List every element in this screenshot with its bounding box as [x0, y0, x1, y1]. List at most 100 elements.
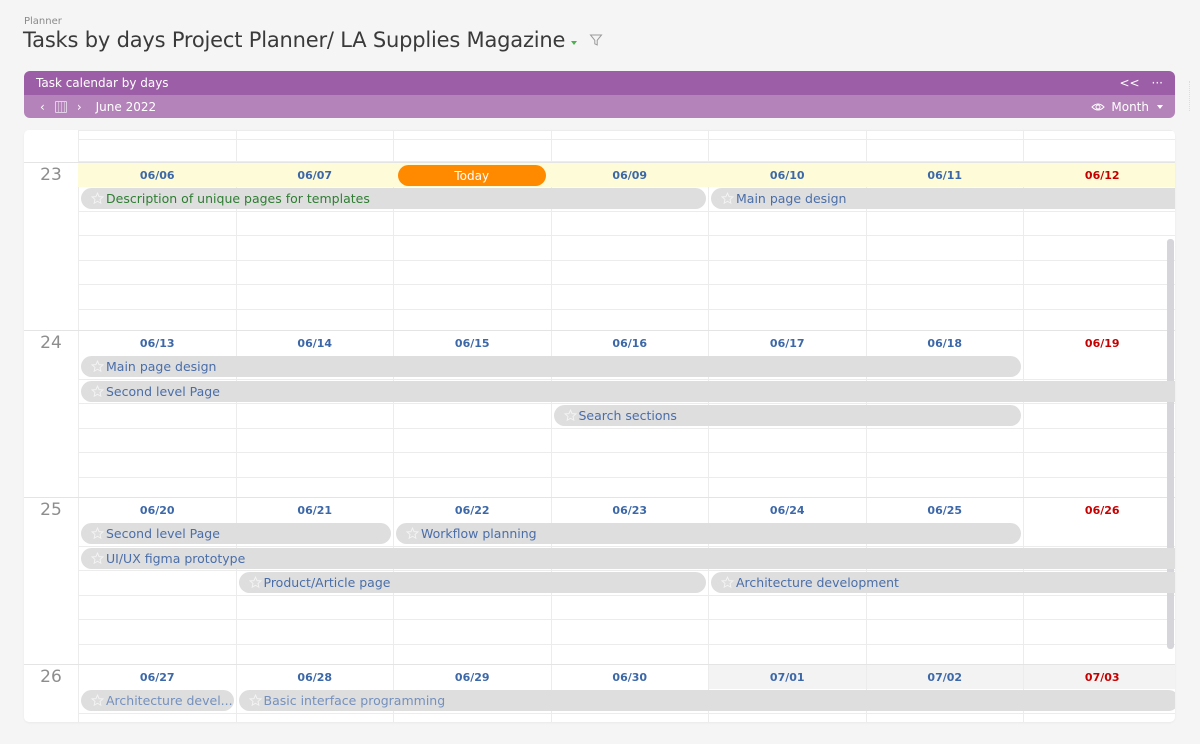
day-header[interactable]: 06/25 — [867, 498, 1024, 522]
resize-handle[interactable] — [1189, 81, 1197, 111]
day-header[interactable]: 07/01 — [709, 665, 866, 689]
star-outline-icon[interactable] — [90, 526, 105, 540]
panel-title: Task calendar by days — [36, 76, 169, 90]
task-bar[interactable]: Product/Article page — [238, 572, 706, 593]
today-badge[interactable]: Today — [398, 165, 546, 186]
view-mode-label: Month — [1111, 99, 1149, 114]
task-label: Main page design — [106, 359, 217, 374]
star-outline-icon[interactable] — [248, 693, 262, 707]
task-label: Product/Article page — [263, 575, 391, 590]
calendar-panel-header: Task calendar by days << ··· ‹ › June 20… — [24, 71, 1175, 118]
lane-divider — [78, 594, 1175, 596]
chevron-right-icon[interactable]: › — [77, 100, 82, 114]
day-header[interactable]: 06/10 — [709, 163, 866, 187]
day-header[interactable]: 06/21 — [237, 498, 394, 522]
panel-actions: << ··· — [1119, 76, 1163, 90]
task-label: Basic interface programming — [263, 693, 446, 708]
star-outline-icon[interactable] — [90, 551, 105, 565]
task-bar[interactable]: Workflow planning — [396, 523, 1021, 544]
day-header[interactable]: 06/29 — [394, 665, 551, 689]
lane-divider — [78, 259, 1175, 261]
day-header[interactable]: 06/22 — [394, 498, 551, 522]
task-label: Description of unique pages for template… — [106, 191, 370, 206]
row-divider — [78, 139, 1175, 140]
day-header[interactable]: 06/19 — [1024, 331, 1175, 355]
day-header[interactable]: 06/17 — [709, 331, 866, 355]
week-number: 23 — [40, 165, 62, 185]
star-outline-icon[interactable] — [90, 384, 105, 398]
day-header[interactable]: 06/11 — [867, 163, 1024, 187]
caret-down-icon[interactable] — [571, 41, 578, 45]
task-label: Second level Page — [106, 526, 220, 541]
task-label: UI/UX figma prototype — [106, 550, 246, 566]
lane-divider — [78, 452, 1175, 453]
chevron-left-icon[interactable]: ‹ — [40, 100, 45, 114]
lane-divider — [78, 235, 1175, 236]
week-number: 25 — [40, 500, 62, 520]
calendar-icon[interactable] — [54, 100, 67, 113]
week-number: 24 — [40, 333, 62, 353]
task-bar[interactable]: Second level Page — [81, 380, 1175, 402]
page-title: Tasks by days Project Planner/ LA Suppli… — [23, 28, 566, 52]
day-header[interactable]: 06/09 — [552, 163, 709, 187]
day-header[interactable]: 06/15 — [394, 331, 551, 355]
day-header[interactable]: 06/13 — [79, 331, 236, 355]
week-number: 26 — [40, 667, 62, 687]
star-outline-icon[interactable] — [720, 191, 735, 205]
task-bar[interactable]: Basic interface programming — [238, 690, 1175, 711]
task-bar[interactable]: Description of unique pages for template… — [81, 188, 706, 209]
star-outline-icon[interactable] — [90, 191, 105, 205]
day-header[interactable]: 06/23 — [552, 498, 709, 522]
task-bar[interactable]: Second level Page — [81, 523, 391, 544]
star-outline-icon[interactable] — [248, 575, 262, 589]
row-divider — [78, 130, 1175, 131]
day-header[interactable]: 06/27 — [79, 665, 236, 689]
task-label: Architecture devel... — [106, 693, 233, 708]
calendar-grid: 23 06/06 06/07 Today 06/09 06/10 06/11 06/12 Des… — [24, 130, 1175, 722]
lane-divider — [78, 712, 1175, 714]
title-row: Tasks by days Project Planner/ LA Suppli… — [23, 28, 603, 52]
day-header[interactable]: 07/02 — [866, 665, 1023, 689]
more-horizontal-icon[interactable]: ··· — [1152, 76, 1163, 90]
star-outline-icon[interactable] — [90, 359, 105, 373]
view-mode-select[interactable]: Month — [1091, 100, 1163, 114]
star-outline-icon[interactable] — [405, 526, 420, 540]
day-header[interactable]: 06/28 — [237, 665, 394, 689]
task-label: Search sections — [578, 408, 677, 423]
task-label: Workflow planning — [421, 526, 537, 541]
task-bar[interactable]: UI/UX figma prototype — [81, 547, 1175, 569]
double-chevron-left-icon[interactable]: << — [1119, 76, 1139, 90]
lane-divider — [78, 403, 1175, 404]
task-bar[interactable]: Architecture devel... — [81, 690, 234, 711]
day-header[interactable]: 06/12 — [1024, 163, 1175, 187]
lane-divider — [78, 476, 1175, 478]
breadcrumb[interactable]: Planner — [24, 16, 62, 27]
filter-icon[interactable] — [589, 33, 603, 47]
day-header[interactable]: 06/18 — [867, 331, 1024, 355]
task-bar[interactable]: Architecture development — [711, 572, 1175, 593]
column-divider — [708, 130, 709, 722]
day-header[interactable]: 06/26 — [1024, 498, 1175, 522]
day-header[interactable]: 06/14 — [237, 331, 394, 355]
column-divider — [1023, 130, 1024, 722]
task-bar[interactable]: Main page design — [81, 356, 1021, 377]
day-header[interactable]: 06/30 — [552, 665, 709, 689]
panel-toolbar: ‹ › June 2022 Month — [24, 95, 1175, 118]
day-header[interactable]: 06/24 — [709, 498, 866, 522]
lane-divider — [78, 210, 1175, 212]
day-header[interactable]: 06/16 — [552, 331, 709, 355]
day-header[interactable]: 06/07 — [237, 163, 394, 187]
day-header[interactable]: 06/20 — [79, 498, 236, 522]
grid-lines — [24, 130, 1175, 722]
star-outline-icon[interactable] — [563, 408, 577, 422]
star-outline-icon[interactable] — [90, 693, 105, 707]
day-header[interactable]: 06/06 — [79, 163, 236, 187]
lane-divider — [78, 643, 1175, 645]
month-navigation: ‹ › June 2022 — [40, 100, 156, 114]
eye-icon — [1091, 103, 1106, 110]
task-bar[interactable]: Search sections — [553, 405, 1021, 426]
task-label: Second level Page — [106, 383, 220, 399]
day-header[interactable]: 07/03 — [1024, 665, 1175, 689]
star-outline-icon[interactable] — [720, 575, 735, 589]
task-bar[interactable]: Main page design — [711, 188, 1175, 209]
